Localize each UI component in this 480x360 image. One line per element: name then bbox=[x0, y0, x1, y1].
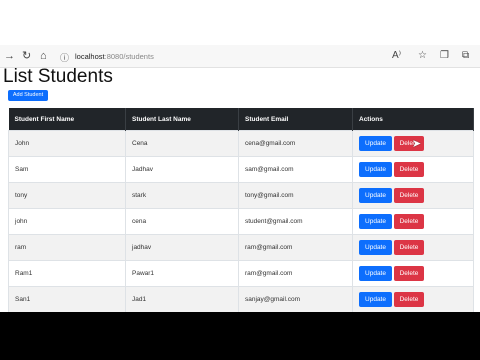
cell-first-name: john bbox=[8, 208, 126, 235]
cell-email: ram@gmail.com bbox=[238, 234, 353, 261]
home-icon[interactable]: ⌂ bbox=[40, 50, 47, 62]
table-row: tony stark tony@gmail.com Update Delete bbox=[8, 182, 474, 209]
delete-button[interactable]: Delete bbox=[394, 292, 424, 307]
table-row: ram jadhav ram@gmail.com Update Delete bbox=[8, 234, 474, 261]
cell-email: student@gmail.com bbox=[238, 208, 353, 235]
table-header-row: Student First Name Student Last Name Stu… bbox=[8, 108, 474, 131]
table-row: John Cena cena@gmail.com Update Delete bbox=[8, 130, 474, 157]
browser-toolbar: → ↻ ⌂ ⓘ localhost:8080/students A⁾ ☆ ❐ ⧉ bbox=[0, 45, 480, 68]
collections-icon[interactable]: ❐ bbox=[440, 50, 449, 61]
update-button[interactable]: Update bbox=[359, 292, 392, 307]
delete-button[interactable]: Delete bbox=[394, 162, 424, 177]
table-row: Ram1 Pawar1 ram@gmail.com Update Delete bbox=[8, 260, 474, 287]
cell-actions: Update Delete bbox=[352, 156, 474, 183]
delete-button[interactable]: Delete bbox=[394, 188, 424, 203]
cell-email: sam@gmail.com bbox=[238, 156, 353, 183]
page-title: List Students bbox=[3, 66, 113, 87]
refresh-icon[interactable]: ↻ bbox=[22, 50, 31, 62]
back-arrow-icon[interactable]: → bbox=[4, 50, 15, 62]
cell-first-name: Sam bbox=[8, 156, 126, 183]
address-bar[interactable]: localhost:8080/students bbox=[75, 52, 154, 61]
cell-first-name: San1 bbox=[8, 286, 126, 312]
read-aloud-icon[interactable]: A⁾ bbox=[392, 50, 401, 61]
header-first-name: Student First Name bbox=[8, 108, 126, 131]
cell-actions: Update Delete bbox=[352, 260, 474, 287]
cell-actions: Update Delete bbox=[352, 182, 474, 209]
browser-window: → ↻ ⌂ ⓘ localhost:8080/students A⁾ ☆ ❐ ⧉… bbox=[0, 0, 480, 312]
update-button[interactable]: Update bbox=[359, 240, 392, 255]
delete-button[interactable]: Delete bbox=[394, 214, 424, 229]
cell-email: ram@gmail.com bbox=[238, 260, 353, 287]
cell-last-name: Jad1 bbox=[125, 286, 239, 312]
delete-button[interactable]: Delete bbox=[394, 240, 424, 255]
cell-actions: Update Delete bbox=[352, 234, 474, 261]
cell-last-name: Cena bbox=[125, 130, 239, 157]
update-button[interactable]: Update bbox=[359, 136, 392, 151]
cell-first-name: ram bbox=[8, 234, 126, 261]
cell-email: sanjay@gmail.com bbox=[238, 286, 353, 312]
cell-first-name: tony bbox=[8, 182, 126, 209]
update-button[interactable]: Update bbox=[359, 266, 392, 281]
site-info-icon[interactable]: ⓘ bbox=[60, 51, 69, 64]
favorite-star-icon[interactable]: ☆ bbox=[418, 50, 427, 61]
cell-email: cena@gmail.com bbox=[238, 130, 353, 157]
cell-last-name: jadhav bbox=[125, 234, 239, 261]
url-host: localhost bbox=[75, 52, 105, 61]
update-button[interactable]: Update bbox=[359, 214, 392, 229]
cell-last-name: stark bbox=[125, 182, 239, 209]
url-path: :8080/students bbox=[104, 52, 154, 61]
mouse-cursor-icon: ➤ bbox=[412, 138, 422, 150]
table-row: john cena student@gmail.com Update Delete bbox=[8, 208, 474, 235]
cell-last-name: Jadhav bbox=[125, 156, 239, 183]
add-student-button[interactable]: Add Student bbox=[8, 90, 48, 101]
header-email: Student Email bbox=[238, 108, 353, 131]
delete-button[interactable]: Delete bbox=[394, 266, 424, 281]
cell-actions: Update Delete bbox=[352, 208, 474, 235]
cell-first-name: John bbox=[8, 130, 126, 157]
header-actions: Actions bbox=[352, 108, 474, 131]
cell-last-name: Pawar1 bbox=[125, 260, 239, 287]
header-last-name: Student Last Name bbox=[125, 108, 239, 131]
update-button[interactable]: Update bbox=[359, 162, 392, 177]
update-button[interactable]: Update bbox=[359, 188, 392, 203]
table-row: Sam Jadhav sam@gmail.com Update Delete bbox=[8, 156, 474, 183]
table-row: San1 Jad1 sanjay@gmail.com Update Delete bbox=[8, 286, 474, 312]
cell-first-name: Ram1 bbox=[8, 260, 126, 287]
split-screen-icon[interactable]: ⧉ bbox=[462, 50, 469, 61]
cell-email: tony@gmail.com bbox=[238, 182, 353, 209]
cell-actions: Update Delete bbox=[352, 286, 474, 312]
students-table: Student First Name Student Last Name Stu… bbox=[8, 108, 474, 312]
cell-last-name: cena bbox=[125, 208, 239, 235]
